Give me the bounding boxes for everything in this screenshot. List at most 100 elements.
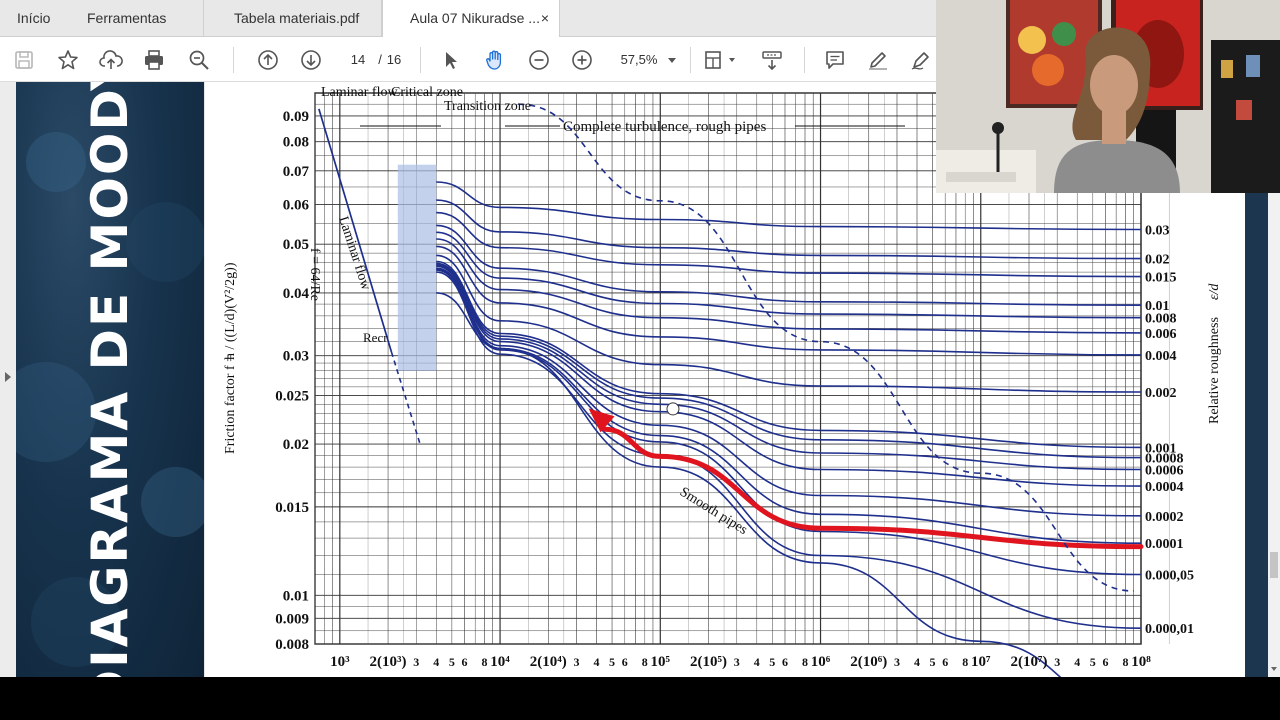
y-tick-label: 0.008 bbox=[275, 637, 309, 653]
x-tick-label: 3 bbox=[894, 655, 900, 669]
x-tick-label: 10⁷ bbox=[971, 654, 991, 670]
previous-page-icon[interactable] bbox=[255, 37, 281, 82]
y-tick-label: 0.05 bbox=[283, 237, 309, 253]
roughness-label: 0.015 bbox=[1145, 271, 1177, 286]
x-tick-label: 10⁶ bbox=[811, 654, 831, 670]
x-tick-label: 5 bbox=[609, 655, 615, 669]
y-tick-label: 0.03 bbox=[283, 349, 309, 365]
scroll-down-icon[interactable] bbox=[1271, 667, 1277, 671]
roughness-label: 0.0004 bbox=[1145, 480, 1184, 495]
left-panel-toggle[interactable] bbox=[0, 82, 16, 677]
roughness-label: 0.008 bbox=[1145, 312, 1177, 327]
y-tick-label: 0.01 bbox=[283, 588, 309, 604]
highlight-pen-icon[interactable] bbox=[865, 37, 891, 82]
chevron-down-icon[interactable] bbox=[664, 37, 680, 82]
print-icon[interactable] bbox=[141, 37, 167, 82]
x-tick-label: 2(10⁴) bbox=[530, 654, 567, 670]
roughness-label: 0.000,01 bbox=[1145, 622, 1194, 637]
x-tick-label: 2(10⁵) bbox=[690, 654, 727, 670]
x-tick-label: 3 bbox=[1054, 655, 1060, 669]
tab-file-aula[interactable]: Aula 07 Nikuradse ... × bbox=[382, 0, 560, 38]
toolbar-divider bbox=[690, 47, 691, 73]
presenter-webcam bbox=[936, 0, 1280, 193]
x-tick-label: 8 bbox=[802, 655, 808, 669]
x-tick-label: 5 bbox=[769, 655, 775, 669]
toolbar-divider bbox=[420, 47, 421, 73]
x-tick-label: 4 bbox=[914, 655, 920, 669]
toolbar-divider bbox=[233, 47, 234, 73]
presenter-video-icon bbox=[936, 0, 1280, 193]
y-tick-label: 0.009 bbox=[275, 611, 309, 627]
y-axis-label: Friction factor f = bbox=[223, 354, 238, 454]
x-tick-label: 10³ bbox=[330, 654, 350, 670]
expand-panel-icon[interactable] bbox=[5, 372, 11, 382]
critical-reynolds-label: Recr bbox=[363, 330, 388, 345]
x-tick-label: 4 bbox=[754, 655, 760, 669]
tab-file-tabela[interactable]: Tabela materiais.pdf bbox=[204, 0, 382, 37]
roughness-curves bbox=[436, 181, 1144, 677]
x-tick-label: 8 bbox=[642, 655, 648, 669]
x-tick-label: 4 bbox=[594, 655, 600, 669]
y-tick-label: 0.09 bbox=[283, 109, 309, 125]
close-tab-icon[interactable]: × bbox=[541, 0, 549, 37]
x-tick-label: 5 bbox=[1090, 655, 1096, 669]
scrollbar-thumb[interactable] bbox=[1270, 552, 1278, 578]
x-tick-label: 6 bbox=[782, 655, 788, 669]
tab-home[interactable]: Início bbox=[17, 0, 50, 37]
x-tick-label: 3 bbox=[734, 655, 740, 669]
x-tick-label: 10⁵ bbox=[651, 654, 671, 670]
next-page-icon[interactable] bbox=[298, 37, 324, 82]
x-tick-label: 2(10⁶) bbox=[850, 654, 887, 670]
zone-laminar-label: Laminar flow bbox=[321, 85, 398, 100]
roughness-curve bbox=[436, 265, 1142, 487]
x-tick-label: 3 bbox=[413, 655, 419, 669]
toolbar: 14 / 16 57,5% bbox=[0, 37, 936, 82]
roughness-label: 0.0001 bbox=[1145, 537, 1184, 552]
zone-complete-turbulence-label: Complete turbulence, rough pipes bbox=[563, 119, 766, 135]
roughness-label: 0.03 bbox=[1145, 223, 1170, 238]
x-tick-label: 6 bbox=[942, 655, 948, 669]
x-tick-label: 8 bbox=[482, 655, 488, 669]
tab-bar: Início Ferramentas Tabela materiais.pdf … bbox=[0, 0, 936, 38]
y2-axis-symbol: ε/d bbox=[1207, 283, 1222, 300]
laminar-equation-label: f = 64/Re bbox=[307, 248, 322, 301]
x-tick-label: 10⁴ bbox=[490, 654, 510, 670]
save-icon[interactable] bbox=[12, 37, 36, 82]
sign-pen-icon[interactable] bbox=[908, 37, 934, 82]
zoom-in-icon[interactable] bbox=[569, 37, 595, 82]
x-tick-label: 5 bbox=[449, 655, 455, 669]
zone-critical-label: Critical zone bbox=[391, 85, 463, 100]
x-tick-label: 8 bbox=[962, 655, 968, 669]
y-axis-label-formula: h / ((L/d)(V²/2g)) bbox=[223, 262, 238, 360]
zoom-out-magnifier-icon[interactable] bbox=[186, 37, 212, 82]
y-tick-label: 0.06 bbox=[283, 197, 310, 213]
comment-icon[interactable] bbox=[822, 37, 848, 82]
x-tick-label: 6 bbox=[622, 655, 628, 669]
banner-title: DIAGRAMA DE MOODY bbox=[81, 82, 139, 677]
toolbar-divider bbox=[804, 47, 805, 73]
x-tick-label: 8 bbox=[1122, 655, 1128, 669]
page-total: 16 bbox=[386, 52, 402, 67]
tab-tools[interactable]: Ferramentas bbox=[68, 0, 204, 37]
zoom-level-select[interactable]: 57,5% bbox=[614, 37, 664, 82]
y-tick-label: 0.04 bbox=[283, 286, 310, 302]
critical-zone-shading bbox=[397, 164, 437, 371]
roughness-label: 0.002 bbox=[1145, 386, 1177, 401]
select-pointer-icon[interactable] bbox=[439, 37, 463, 82]
roughness-label: 0.006 bbox=[1145, 327, 1177, 342]
scroll-mode-icon[interactable] bbox=[758, 37, 786, 82]
x-tick-label: 6 bbox=[1102, 655, 1108, 669]
zoom-out-icon[interactable] bbox=[526, 37, 552, 82]
hand-cursor-icon bbox=[666, 402, 680, 416]
y-tick-label: 0.02 bbox=[283, 437, 309, 453]
hand-tool-icon[interactable] bbox=[482, 37, 508, 82]
x-tick-label: 4 bbox=[1074, 655, 1080, 669]
page-fit-icon[interactable] bbox=[700, 37, 740, 82]
page-number-input[interactable]: 14 bbox=[340, 37, 376, 82]
x-tick-label: 6 bbox=[462, 655, 468, 669]
laminar-flow-label: Laminar flow bbox=[335, 215, 373, 293]
tab-file-aula-label: Aula 07 Nikuradse ... bbox=[410, 10, 540, 26]
cloud-upload-icon[interactable] bbox=[98, 37, 124, 82]
bookmark-star-icon[interactable] bbox=[55, 37, 81, 82]
roughness-label: 0.0006 bbox=[1145, 464, 1184, 479]
